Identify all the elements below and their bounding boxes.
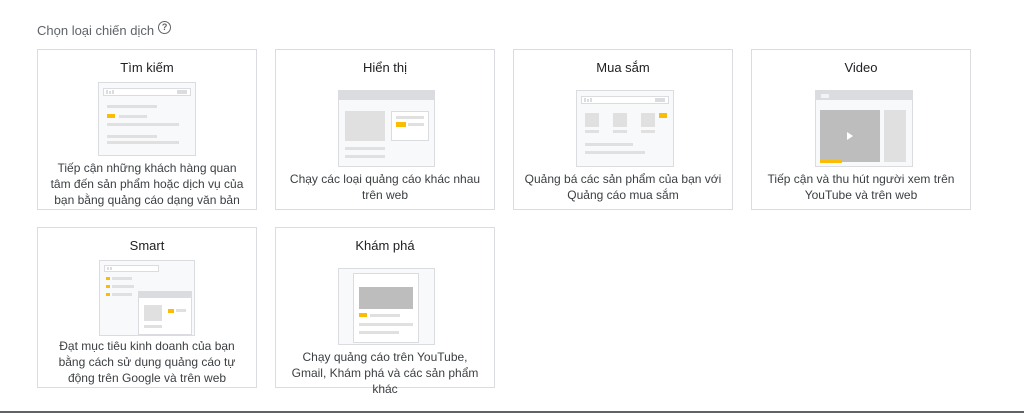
campaign-card-video[interactable]: Video Tiếp cận và thu hút người xem trên… <box>751 49 971 210</box>
card-title: Smart <box>129 238 165 253</box>
smart-illustration-icon <box>99 260 195 336</box>
card-description: Tiếp cận và thu hút người xem trên YouTu… <box>767 172 955 202</box>
card-description: Đạt mục tiêu kinh doanh của bạn bằng các… <box>58 339 236 385</box>
help-circle-icon[interactable]: ? <box>158 21 172 34</box>
campaign-card-smart[interactable]: Smart Đạt mục tiêu kinh doanh của bạn bằ… <box>37 227 257 388</box>
campaign-card-search[interactable]: Tìm kiếm Tiếp cận những khách hàng quan … <box>37 49 257 210</box>
discovery-illustration-icon <box>338 268 435 345</box>
campaign-type-header: Chọn loại chiến dịch ? <box>37 21 172 38</box>
card-description: Quảng bá các sản phẩm của bạn với Quảng … <box>524 172 722 202</box>
page-title: Chọn loại chiến dịch <box>37 23 155 38</box>
display-illustration-icon <box>338 90 435 167</box>
card-title: Hiển thị <box>362 60 408 75</box>
card-description: Chạy các loại quảng cáo khác nhau trên w… <box>289 172 481 202</box>
card-title: Khám phá <box>355 238 415 253</box>
campaign-card-shopping[interactable]: Mua sắm Quảng bá các sản phẩm của bạn vớ… <box>513 49 733 210</box>
shopping-illustration-icon <box>576 90 674 167</box>
card-description: Tiếp cận những khách hàng quan tâm đến s… <box>50 161 244 207</box>
card-title: Video <box>844 60 878 75</box>
search-illustration-icon <box>98 82 196 156</box>
card-title: Mua sắm <box>596 60 650 75</box>
campaign-card-discovery[interactable]: Khám phá Chạy quảng cáo trên YouTube, Gm… <box>275 227 495 396</box>
campaign-card-display[interactable]: Hiển thị Chạy các loại quảng cáo khác nh… <box>275 49 495 210</box>
video-illustration-icon <box>815 90 913 167</box>
card-title: Tìm kiếm <box>120 60 174 75</box>
card-description: Chạy quảng cáo trên YouTube, Gmail, Khám… <box>291 350 479 396</box>
